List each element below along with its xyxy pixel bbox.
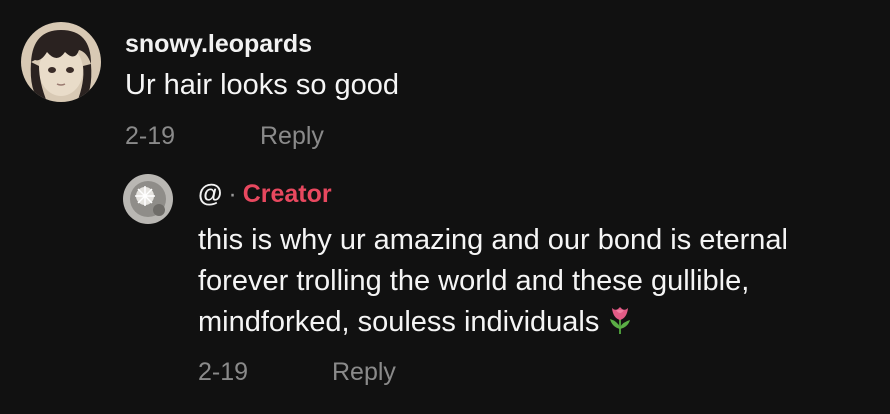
reply-author-line: @ · Creator	[198, 180, 332, 209]
reply-reply-button[interactable]: Reply	[332, 358, 396, 387]
comment-date: 2-19	[125, 122, 176, 150]
reply-text-line-2: forever trolling the world and these gul…	[198, 265, 750, 297]
comment-text: Ur hair looks so good	[125, 69, 400, 101]
comment-reply-button[interactable]: Reply	[260, 122, 324, 151]
creator-avatar[interactable]	[123, 174, 173, 224]
reply-text-line-3: mindforked, souless individuals	[198, 301, 633, 347]
reply-date: 2-19	[198, 358, 249, 386]
comment-item: snowy.leopards Ur hair looks so good 2-1…	[0, 0, 890, 170]
reply-text-line-3-content: mindforked, souless individuals	[198, 306, 600, 338]
creator-badge: Creator	[242, 180, 332, 208]
commenter-username[interactable]: snowy.leopards	[125, 30, 312, 59]
reply-item: @ · Creator this is why ur amazing and our…	[0, 170, 890, 414]
tulip-emoji-icon	[607, 305, 633, 347]
commenter-avatar[interactable]	[21, 22, 101, 102]
reply-text-line-1: this is why ur amazing and our bond is e…	[198, 224, 788, 256]
reply-handle[interactable]: @	[198, 180, 222, 208]
separator-dot: ·	[228, 180, 237, 208]
